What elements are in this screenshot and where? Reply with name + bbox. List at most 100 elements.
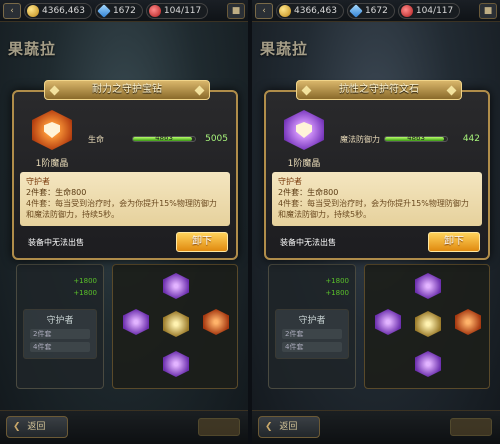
stat-bar-text: 4863 (155, 134, 173, 142)
stat-bar: 4863 (384, 134, 448, 142)
stat-label: 生命 (88, 134, 104, 144)
panel-left: ‹ 4366,463 1672 104/117 ■ 果蔬拉 +1800 +180… (0, 0, 248, 444)
resource-bar: ‹ 4366,463 1672 104/117 ■ (0, 0, 248, 22)
popup-title-banner: 抗性之守护符文石 (296, 80, 462, 100)
hero-name: 果蔬拉 (8, 40, 57, 58)
back-arrow-icon: ❮ (13, 422, 21, 432)
set-bonus-box: 守护者 2件套 4件套 (275, 309, 349, 359)
set-description: 守护者 2件套：生命800 4件套：每当受到治疗时，会为你提升15%物理防御力和… (20, 172, 230, 226)
disabled-action-button[interactable] (198, 418, 240, 436)
gem-slot-left[interactable] (375, 309, 401, 335)
popup-title: 抗性之守护符文石 (339, 84, 419, 95)
diamond-value: 1672 (112, 5, 136, 16)
stat-row: 生命 4863 5005 (88, 132, 228, 146)
coin-icon (27, 4, 39, 17)
title-ornament-icon (446, 85, 457, 96)
stat-gain-2: +1800 (325, 289, 349, 297)
stamina-counter[interactable]: 104/117 (145, 2, 209, 19)
set-description: 守护者 2件套：生命800 4件套：每当受到治疗时，会为你提升15%物理防御力和… (272, 172, 482, 226)
hero-name: 果蔬拉 (260, 40, 309, 58)
shirt-icon: ■ (231, 5, 241, 16)
coin-icon (279, 4, 291, 17)
gem-slot-board (364, 264, 490, 389)
gold-value: 4366,463 (294, 5, 337, 16)
stat-value: 442 (462, 134, 480, 144)
set-bonus-4-text: 4件套：每当受到治疗时，会为你提升15%物理防御力和魔法防御力，持续5秒。 (278, 199, 469, 219)
unequip-button[interactable]: 卸下 (176, 232, 228, 252)
costume-button[interactable]: ■ (479, 2, 497, 19)
stats-panel: +1800 +1800 守护者 2件套 4件套 (268, 264, 356, 389)
set-bonus-2: 2件套 (282, 329, 342, 339)
cannot-sell-note: 装备中无法出售 (280, 238, 336, 247)
stat-gain-2: +1800 (73, 289, 97, 297)
gem-slot-right[interactable] (455, 309, 481, 335)
unequip-button[interactable]: 卸下 (428, 232, 480, 252)
set-bonus-2-text: 2件套：生命800 (278, 188, 339, 197)
gem-slot-bottom[interactable] (163, 351, 189, 377)
stat-bar: 4863 (132, 134, 196, 142)
popup-title: 耐力之守护宝钻 (92, 84, 162, 95)
diamond-icon (97, 3, 111, 18)
return-label: 返回 (279, 422, 298, 432)
costume-button[interactable]: ■ (227, 2, 245, 19)
shirt-icon: ■ (483, 5, 493, 16)
stats-panel: +1800 +1800 守护者 2件套 4件套 (16, 264, 104, 389)
gold-value: 4366,463 (42, 5, 85, 16)
gold-counter[interactable]: 4366,463 (24, 2, 92, 19)
set-title: 守护者 (26, 177, 50, 186)
item-tier: 1阶魔晶 (287, 159, 321, 169)
item-icon-frame (32, 110, 72, 150)
orange-gem-icon (32, 110, 72, 150)
resource-bar: ‹ 4366,463 1672 104/117 ■ (252, 0, 500, 22)
purple-gem-icon (284, 110, 324, 150)
return-label: 返回 (27, 422, 46, 432)
back-tab-button[interactable]: ‹ (255, 2, 273, 19)
set-bonus-2: 2件套 (30, 329, 90, 339)
stat-gain-1: +1800 (325, 277, 349, 285)
set-bonus-4: 4件套 (282, 342, 342, 352)
disabled-action-button[interactable] (450, 418, 492, 436)
return-button[interactable]: ❮ 返回 (6, 416, 68, 438)
diamond-icon (349, 3, 363, 18)
set-bonus-4: 4件套 (30, 342, 90, 352)
gem-slot-center[interactable] (163, 311, 189, 337)
stat-value: 5005 (205, 134, 228, 144)
bottom-bar: ❮ 返回 (252, 410, 500, 444)
panel-right: ‹ 4366,463 1672 104/117 ■ 果蔬拉 +1800 +180… (252, 0, 500, 444)
back-arrow-icon: ❮ (265, 422, 273, 432)
back-tab-button[interactable]: ‹ (3, 2, 21, 19)
title-ornament-icon (49, 85, 60, 96)
screenshot-root: ‹ 4366,463 1672 104/117 ■ 果蔬拉 +1800 +180… (0, 0, 500, 444)
item-tier: 1阶魔晶 (35, 159, 69, 169)
gem-slot-top[interactable] (415, 273, 441, 299)
gem-slot-left[interactable] (123, 309, 149, 335)
gem-slot-center[interactable] (415, 311, 441, 337)
gem-slot-bottom[interactable] (415, 351, 441, 377)
stat-row: 魔法防御力 4863 442 (340, 132, 480, 146)
set-bonus-4-text: 4件套：每当受到治疗时，会为你提升15%物理防御力和魔法防御力，持续5秒。 (26, 199, 217, 219)
diamond-counter[interactable]: 1672 (94, 2, 143, 19)
stamina-counter[interactable]: 104/117 (397, 2, 461, 19)
item-detail-popup: 抗性之守护符文石 1阶魔晶 魔法防御力 4863 442 守护者 2件套：生命8… (264, 80, 490, 260)
heart-icon (148, 4, 161, 17)
set-title: 守护者 (278, 177, 302, 186)
stat-bar-text: 4863 (407, 134, 425, 142)
return-button[interactable]: ❮ 返回 (258, 416, 320, 438)
title-ornament-icon (301, 85, 312, 96)
diamond-counter[interactable]: 1672 (346, 2, 395, 19)
stat-label: 魔法防御力 (340, 134, 380, 144)
set-bonus-box: 守护者 2件套 4件套 (23, 309, 97, 359)
item-detail-popup: 耐力之守护宝钻 1阶魔晶 生命 4863 5005 守护者 2件套：生命800 … (12, 80, 238, 260)
set-name: 守护者 (46, 316, 74, 326)
cannot-sell-note: 装备中无法出售 (28, 238, 84, 247)
heart-icon (400, 4, 413, 17)
gem-slot-board (112, 264, 238, 389)
stat-gain-1: +1800 (73, 277, 97, 285)
item-icon-frame (284, 110, 324, 150)
bottom-bar: ❮ 返回 (0, 410, 248, 444)
gem-slot-right[interactable] (203, 309, 229, 335)
gold-counter[interactable]: 4366,463 (276, 2, 344, 19)
stamina-value: 104/117 (163, 5, 202, 16)
diamond-value: 1672 (364, 5, 388, 16)
gem-slot-top[interactable] (163, 273, 189, 299)
